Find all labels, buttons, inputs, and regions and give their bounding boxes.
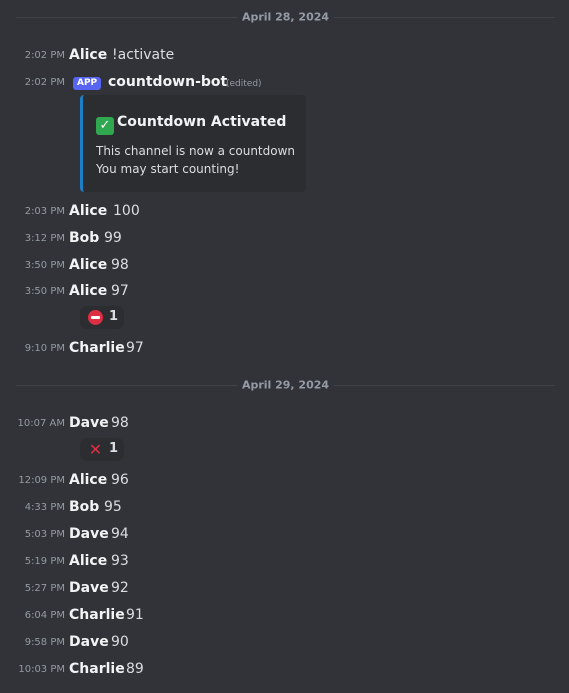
message-author[interactable]: Bob xyxy=(69,499,99,515)
message-timestamp[interactable]: 3:12 PM xyxy=(25,233,65,244)
message-author[interactable]: Dave xyxy=(69,526,109,542)
reaction-button[interactable]: ✕ 1 xyxy=(80,438,124,461)
reaction-count: 1 xyxy=(109,309,119,324)
message-timestamp[interactable]: 6:04 PM xyxy=(25,610,65,621)
message[interactable]: 9:10 PM Charlie 97 xyxy=(0,338,569,360)
embed-description-line: This channel is now a countdown xyxy=(96,144,296,158)
message-author[interactable]: Alice xyxy=(69,553,107,569)
message-content: !activate xyxy=(112,47,175,63)
message-timestamp[interactable]: 9:10 PM xyxy=(25,343,65,354)
message-timestamp[interactable]: 2:02 PM xyxy=(25,50,65,61)
message-author[interactable]: Charlie xyxy=(69,607,125,623)
message[interactable]: 2:03 PM Alice 100 xyxy=(0,201,569,223)
message[interactable]: 5:19 PM Alice 93 xyxy=(0,551,569,573)
message[interactable]: 4:33 PM Bob 95 xyxy=(0,497,569,519)
date-divider-label: April 28, 2024 xyxy=(237,10,334,24)
message[interactable]: 10:07 AM Dave 98 xyxy=(0,413,569,435)
message[interactable]: 3:50 PM Alice 98 xyxy=(0,255,569,277)
embed-title-text: Countdown Activated xyxy=(117,114,287,130)
message[interactable]: 3:12 PM Bob 99 xyxy=(0,228,569,250)
message-author[interactable]: Alice xyxy=(69,257,107,273)
message[interactable]: 10:03 PM Charlie 89 xyxy=(0,659,569,681)
reaction-count: 1 xyxy=(109,441,119,456)
message-timestamp[interactable]: 10:07 AM xyxy=(18,418,65,429)
message-author[interactable]: Alice xyxy=(69,203,107,219)
message-author[interactable]: Alice xyxy=(69,283,107,299)
embed-description-line: You may start counting! xyxy=(96,162,240,176)
message[interactable]: 5:27 PM Dave 92 xyxy=(0,578,569,600)
message-content: 95 xyxy=(104,499,122,515)
message-author[interactable]: Alice xyxy=(69,472,107,488)
message-timestamp[interactable]: 9:58 PM xyxy=(25,637,65,648)
message-content: 94 xyxy=(111,526,129,542)
message-timestamp[interactable]: 5:27 PM xyxy=(25,583,65,594)
message-content: 99 xyxy=(104,230,122,246)
reaction-button[interactable]: 1 xyxy=(80,306,124,329)
message[interactable]: 5:03 PM Dave 94 xyxy=(0,524,569,546)
message-author[interactable]: Alice xyxy=(69,47,107,63)
message-content: 90 xyxy=(111,634,129,650)
message-content: 93 xyxy=(111,553,129,569)
check-mark-icon: ✓ xyxy=(96,117,114,135)
message-author[interactable]: Dave xyxy=(69,580,109,596)
message[interactable]: 9:58 PM Dave 90 xyxy=(0,632,569,654)
edited-label: (edited) xyxy=(226,79,262,89)
message-content: 91 xyxy=(126,607,144,623)
message-content: 98 xyxy=(111,257,129,273)
message[interactable]: 12:09 PM Alice 96 xyxy=(0,470,569,492)
message-author[interactable]: Charlie xyxy=(69,340,125,356)
message-timestamp[interactable]: 12:09 PM xyxy=(18,475,65,486)
message-author[interactable]: countdown-bot xyxy=(108,74,227,90)
message-timestamp[interactable]: 2:03 PM xyxy=(25,206,65,217)
message-content: 92 xyxy=(111,580,129,596)
message-timestamp[interactable]: 5:03 PM xyxy=(25,529,65,540)
bot-embed: ✓ Countdown Activated This channel is now… xyxy=(80,95,306,192)
message-content: 98 xyxy=(111,415,129,431)
message[interactable]: 3:50 PM Alice 97 xyxy=(0,281,569,303)
message-content: 97 xyxy=(111,283,129,299)
date-divider-label: April 29, 2024 xyxy=(237,378,334,392)
message-timestamp[interactable]: 3:50 PM xyxy=(25,286,65,297)
no-entry-icon xyxy=(88,310,103,325)
message-content: 96 xyxy=(111,472,129,488)
message-content: 97 xyxy=(126,340,144,356)
message-timestamp[interactable]: 4:33 PM xyxy=(25,502,65,513)
message[interactable]: 6:04 PM Charlie 91 xyxy=(0,605,569,627)
message-timestamp[interactable]: 3:50 PM xyxy=(25,260,65,271)
app-badge: APP xyxy=(73,77,102,90)
message[interactable]: 2:02 PM Alice !activate xyxy=(0,45,569,67)
message[interactable]: 2:02 PM APP countdown-bot (edited) xyxy=(0,72,569,94)
message-author[interactable]: Dave xyxy=(69,415,109,431)
embed-title: ✓ Countdown Activated xyxy=(96,114,286,135)
date-divider: April 29, 2024 xyxy=(16,378,555,392)
message-author[interactable]: Bob xyxy=(69,230,99,246)
date-divider: April 28, 2024 xyxy=(16,10,555,24)
message-author[interactable]: Charlie xyxy=(69,661,125,677)
message-timestamp[interactable]: 10:03 PM xyxy=(18,664,65,675)
message-timestamp[interactable]: 2:02 PM xyxy=(25,77,65,88)
message-timestamp[interactable]: 5:19 PM xyxy=(25,556,65,567)
cross-mark-icon: ✕ xyxy=(88,440,103,459)
message-content: 89 xyxy=(126,661,144,677)
embed-description: This channel is now a countdown You may … xyxy=(96,142,295,178)
message-author[interactable]: Dave xyxy=(69,634,109,650)
message-content: 100 xyxy=(113,203,140,219)
